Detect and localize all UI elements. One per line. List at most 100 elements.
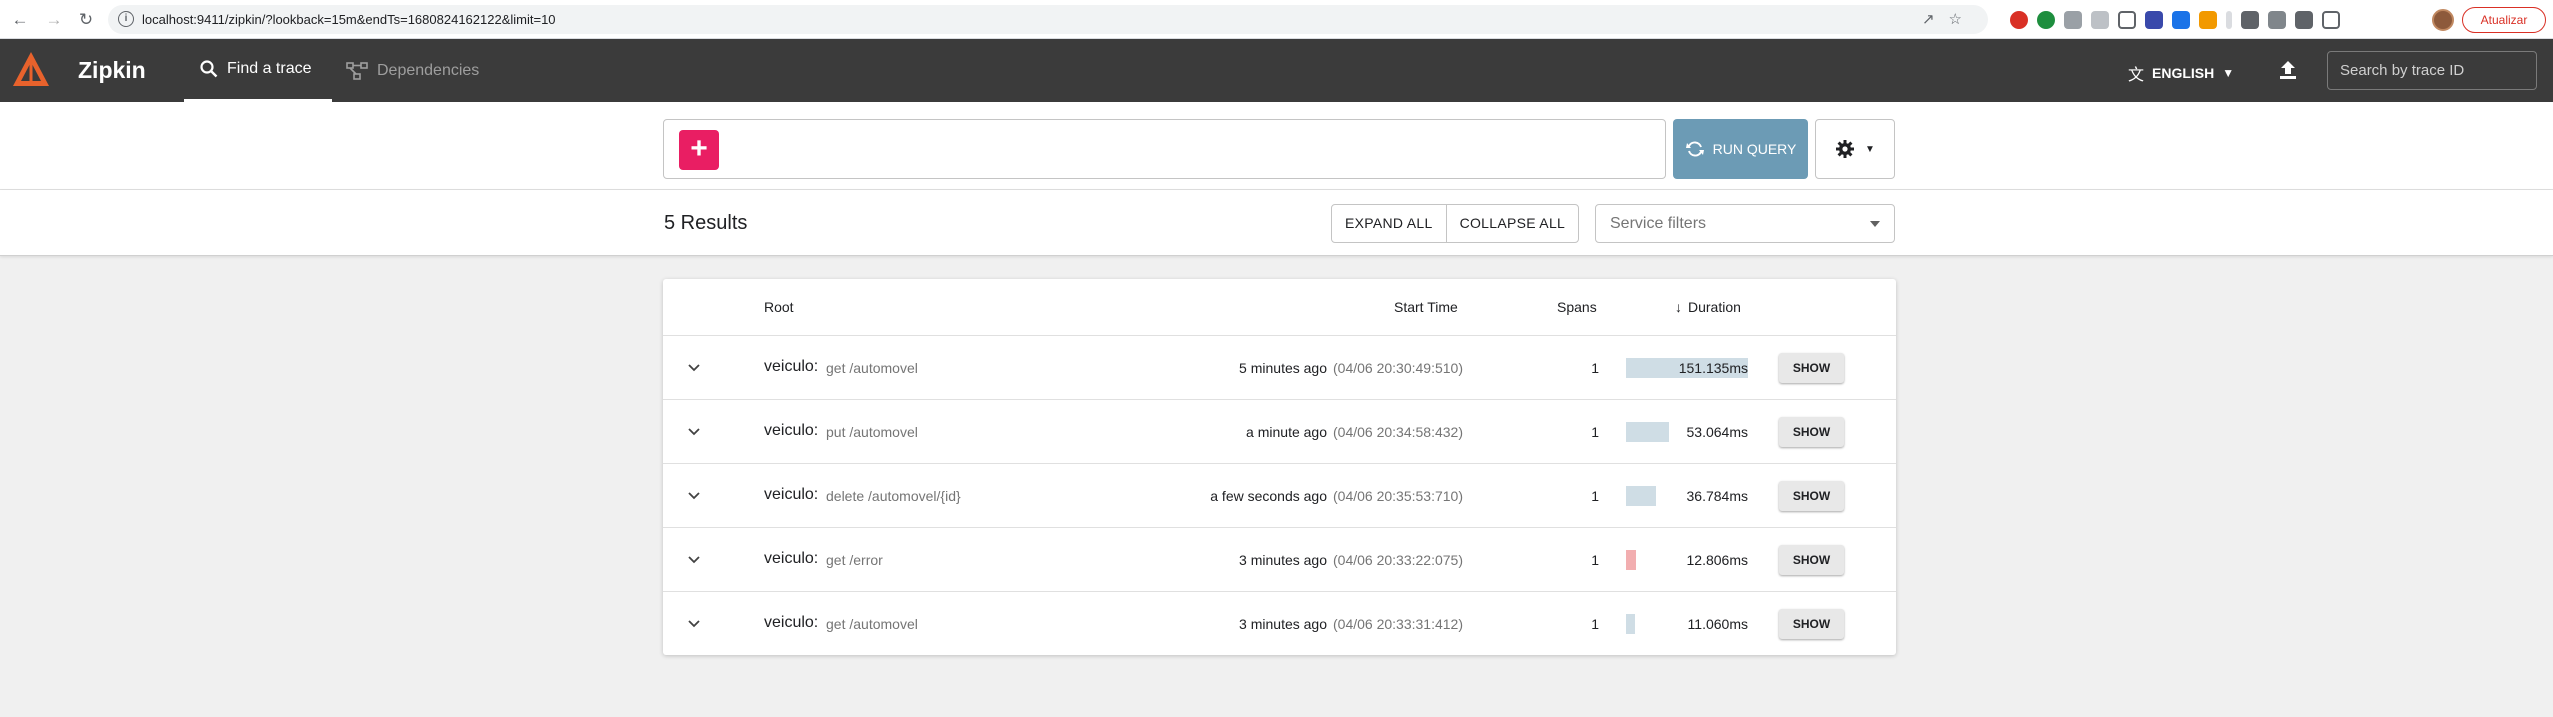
expand-all-button[interactable]: EXPAND ALL <box>1332 205 1446 242</box>
absolute-time: (04/06 20:34:58:432) <box>1333 424 1463 440</box>
arrow-right-icon[interactable]: → <box>42 8 66 32</box>
chevron-down-icon: ▼ <box>2222 66 2235 80</box>
share-icon[interactable]: ↗ <box>1922 11 1949 28</box>
absolute-time: (04/06 20:30:49:510) <box>1333 360 1463 376</box>
show-trace-button[interactable]: SHOW <box>1779 609 1844 639</box>
chevron-down-icon[interactable] <box>686 552 702 568</box>
download-icon[interactable] <box>2295 11 2313 29</box>
chevron-down-icon[interactable] <box>686 488 702 504</box>
extension-icon[interactable] <box>2064 11 2082 29</box>
search-icon <box>200 60 218 78</box>
tab-find-a-trace[interactable]: Find a trace <box>184 39 332 102</box>
extension-icon[interactable] <box>2037 11 2055 29</box>
address-bar[interactable]: i localhost:9411/zipkin/?lookback=15m&en… <box>108 5 1988 34</box>
query-panel: + RUN QUERY ▼ <box>0 102 2553 190</box>
duration-bar <box>1626 422 1669 442</box>
results-count: 5 Results <box>664 212 748 234</box>
duration-value: 151.135ms <box>1678 360 1748 376</box>
chevron-down-icon[interactable] <box>686 616 702 632</box>
table-row[interactable]: veiculo: get /automovel 5 minutes ago (04/0… <box>663 336 1896 400</box>
settings-menu-button[interactable]: ▼ <box>1815 119 1895 179</box>
span-name: get /automovel <box>826 360 918 376</box>
relative-time: 3 minutes ago <box>1239 616 1327 632</box>
relative-time: a minute ago <box>1246 424 1327 440</box>
service-name: veiculo: <box>764 550 819 567</box>
brand-title[interactable]: Zipkin <box>78 57 146 84</box>
relative-time: 3 minutes ago <box>1239 552 1327 568</box>
span-name: get /error <box>826 552 883 568</box>
side-panel-icon[interactable] <box>2322 11 2340 29</box>
arrow-down-icon: ↓ <box>1675 299 1682 315</box>
extension-icon[interactable] <box>2172 11 2190 29</box>
show-trace-button[interactable]: SHOW <box>1779 481 1844 511</box>
star-icon[interactable]: ☆ <box>1949 11 1976 28</box>
extension-icon[interactable] <box>2091 11 2109 29</box>
duration-cell: 12.806ms <box>1626 546 1748 574</box>
service-name: veiculo: <box>764 614 819 631</box>
traces-table: Root Start Time Spans ↓ Duration veiculo:… <box>663 279 1896 655</box>
start-time: a few seconds ago (04/06 20:35:53:710) <box>1210 488 1463 504</box>
column-spans[interactable]: Spans <box>1557 299 1597 315</box>
avatar[interactable] <box>2432 9 2454 31</box>
run-query-button[interactable]: RUN QUERY <box>1673 119 1808 179</box>
sync-icon <box>1685 141 1704 157</box>
show-trace-button[interactable]: SHOW <box>1779 353 1844 383</box>
url-text[interactable]: localhost:9411/zipkin/?lookback=15m&endT… <box>142 12 556 27</box>
show-trace-button[interactable]: SHOW <box>1779 545 1844 575</box>
duration-bar <box>1626 550 1636 570</box>
service-filter-select[interactable]: Service filters <box>1595 204 1895 243</box>
column-duration[interactable]: ↓ Duration <box>1675 299 1741 315</box>
duration-label: Duration <box>1688 299 1741 315</box>
duration-cell: 11.060ms <box>1626 610 1748 638</box>
site-info-icon[interactable]: i <box>118 11 134 27</box>
translate-icon: 文 <box>2128 67 2145 84</box>
column-root[interactable]: Root <box>764 299 794 315</box>
query-criteria-input[interactable]: + <box>663 119 1666 179</box>
add-criteria-button[interactable]: + <box>679 130 719 170</box>
language-label: ENGLISH <box>2152 65 2215 81</box>
reload-icon[interactable]: ↻ <box>74 8 98 32</box>
tab-dependencies[interactable]: Dependencies <box>346 39 479 102</box>
table-row[interactable]: veiculo: get /automovel 3 minutes ago (04/0… <box>663 592 1896 656</box>
duration-cell: 151.135ms <box>1626 354 1748 382</box>
duration-bar <box>1626 614 1635 634</box>
arrow-left-icon[interactable]: ← <box>8 8 32 32</box>
span-count: 1 <box>1591 552 1599 568</box>
caret-down-icon <box>1870 221 1880 227</box>
relative-time: a few seconds ago <box>1210 488 1327 504</box>
absolute-time: (04/06 20:33:22:075) <box>1333 552 1463 568</box>
shield-icon[interactable] <box>2118 11 2136 29</box>
tab-label: Find a trace <box>227 60 312 77</box>
duration-value: 53.064ms <box>1686 424 1748 440</box>
column-start-time[interactable]: Start Time <box>1394 299 1458 315</box>
browser-toolbar: ← → ↻ i localhost:9411/zipkin/?lookback=… <box>0 0 2553 39</box>
service-filter-placeholder: Service filters <box>1610 215 1707 232</box>
start-time: 3 minutes ago (04/06 20:33:22:075) <box>1239 552 1463 568</box>
service-name: veiculo: <box>764 486 819 503</box>
puzzle-icon[interactable] <box>2241 11 2259 29</box>
span-name: put /automovel <box>826 424 918 440</box>
playlist-icon[interactable] <box>2268 11 2286 29</box>
extension-icon[interactable] <box>2226 11 2232 29</box>
table-row[interactable]: veiculo: delete /automovel/{id} a few seco… <box>663 464 1896 528</box>
zipkin-logo-icon[interactable] <box>10 49 52 91</box>
results-bar: 5 Results EXPAND ALL COLLAPSE ALL Servic… <box>0 190 2553 256</box>
extension-icon[interactable] <box>2145 11 2163 29</box>
language-selector[interactable]: 文 ENGLISH ▼ <box>2128 61 2234 85</box>
collapse-all-button[interactable]: COLLAPSE ALL <box>1445 205 1579 242</box>
start-time: a minute ago (04/06 20:34:58:432) <box>1246 424 1463 440</box>
update-button[interactable]: Atualizar <box>2462 7 2546 33</box>
extension-icon[interactable] <box>2010 11 2028 29</box>
expand-collapse-group: EXPAND ALL COLLAPSE ALL <box>1331 204 1580 243</box>
span-count: 1 <box>1591 488 1599 504</box>
url-actions: ↗☆ <box>1922 10 1976 28</box>
table-row[interactable]: veiculo: put /automovel a minute ago (04/06… <box>663 400 1896 464</box>
table-row[interactable]: veiculo: get /error 3 minutes ago (04/06 20… <box>663 528 1896 592</box>
trace-id-search-input[interactable] <box>2327 51 2537 90</box>
duration-value: 12.806ms <box>1686 552 1748 568</box>
chevron-down-icon[interactable] <box>686 360 702 376</box>
chevron-down-icon[interactable] <box>686 424 702 440</box>
upload-icon[interactable] <box>2276 58 2300 82</box>
show-trace-button[interactable]: SHOW <box>1779 417 1844 447</box>
fox-icon[interactable] <box>2199 11 2217 29</box>
